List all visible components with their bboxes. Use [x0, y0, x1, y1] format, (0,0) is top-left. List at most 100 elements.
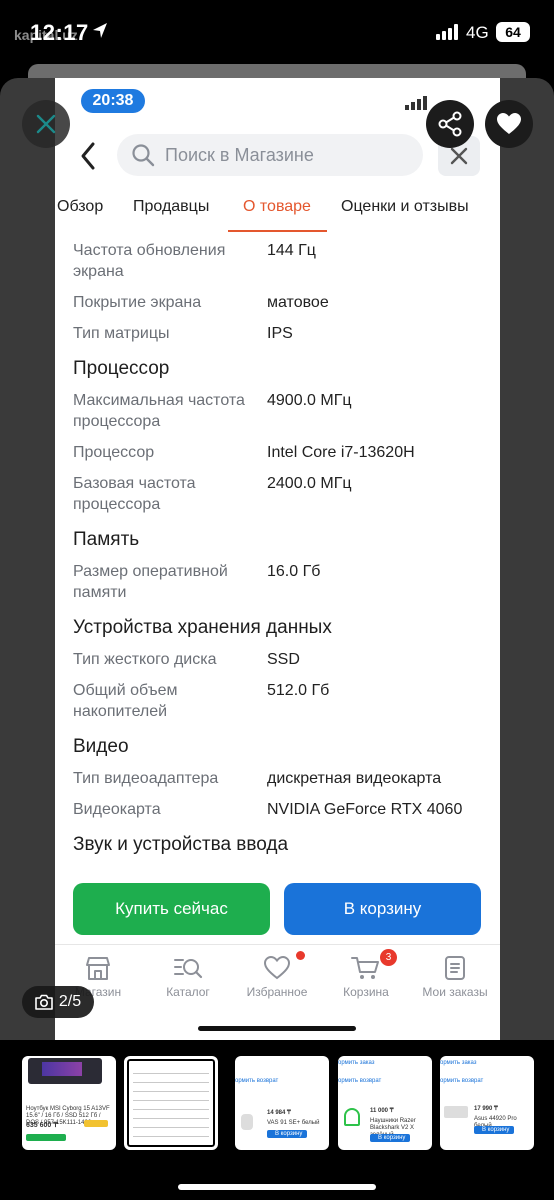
add-to-cart-button[interactable]: В корзину	[284, 883, 481, 935]
thumb5-action: ормить возврат	[440, 1078, 484, 1084]
cart-badge: 3	[380, 949, 397, 966]
spec-row: Базовая частота процессора 2400.0 МГц	[73, 473, 493, 515]
os-time: 12:17	[30, 20, 89, 45]
spec-row: Общий объем накопителей 512.0 Гб	[73, 680, 493, 722]
thumb4-top: ормить заказ	[338, 1060, 375, 1066]
share-button[interactable]	[426, 100, 474, 148]
thumb5-price: 17 990 ₸	[474, 1106, 498, 1112]
spec-row: Тип матрицы IPS	[73, 323, 493, 344]
thumb3-action: ормить возврат	[235, 1078, 279, 1084]
section-title-video: Видео	[73, 736, 129, 757]
inner-home-indicator	[198, 1026, 356, 1031]
spec-key: Размер оперативной памяти	[73, 563, 228, 601]
thumb1-badge-2	[84, 1120, 108, 1127]
spec-row: Частота обновления экрана 144 Гц	[73, 240, 493, 282]
network-type: 4G	[466, 23, 489, 42]
product-tabs: Обзор Продавцы О товаре Оценки и отзывы	[55, 194, 500, 234]
tab-sellers[interactable]: Продавцы	[133, 198, 209, 216]
thumbnail-3[interactable]: ормить возврат 14 984 ₸ VAS 91 SE+ белый…	[235, 1056, 329, 1150]
spec-key: Тип видеоадаптера	[73, 770, 219, 787]
spec-row: Процессор Intel Core i7-13620H	[73, 442, 493, 463]
thumb4-btn: В корзину	[378, 1135, 406, 1141]
active-tab-indicator	[228, 230, 327, 232]
location-arrow-icon	[93, 23, 107, 38]
spec-value: NVIDIA GeForce RTX 4060	[267, 801, 463, 818]
orders-icon	[445, 956, 465, 980]
specs-list: Частота обновления экрана 144 Гц Покрыти…	[73, 240, 493, 866]
action-bar: Купить сейчас В корзину	[55, 873, 500, 943]
nav-favorites[interactable]: Избранное	[232, 951, 322, 999]
search-input[interactable]: Поиск в Магазине	[117, 134, 423, 176]
spec-value: 4900.0 МГц	[267, 392, 352, 409]
spec-value: 16.0 Гб	[267, 563, 321, 580]
spec-key: Процессор	[73, 444, 155, 461]
laptop-screen-glow	[42, 1062, 82, 1076]
close-icon	[36, 114, 56, 134]
image-counter: 2/5	[22, 986, 94, 1018]
spec-value: IPS	[267, 325, 293, 342]
tab-overview[interactable]: Обзор	[57, 198, 103, 216]
spec-value: SSD	[267, 651, 300, 668]
spec-value: 2400.0 МГц	[267, 475, 352, 492]
spec-row: Покрытие экрана матовое	[73, 292, 493, 313]
thumb4-price: 11 000 ₸	[370, 1108, 394, 1114]
camera-icon	[35, 994, 53, 1010]
favorite-button[interactable]	[485, 100, 533, 148]
spec-row: Тип видеоадаптера дискретная видеокарта	[73, 768, 493, 789]
thumbnail-5[interactable]: ормить заказ ормить возврат 17 990 ₸ Asu…	[440, 1056, 534, 1150]
spec-key: Тип жесткого диска	[73, 651, 217, 668]
nav-catalog[interactable]: Каталог	[143, 955, 233, 999]
thumb2-spec-lines	[133, 1065, 209, 1143]
spec-value: 144 Гц	[267, 242, 316, 259]
close-icon	[450, 147, 468, 165]
thumb1-badge	[26, 1134, 66, 1141]
battery-indicator: 64	[496, 22, 530, 42]
thumb4-product-image	[344, 1108, 360, 1126]
section-title-cpu: Процессор	[73, 358, 170, 379]
catalog-search-icon	[174, 959, 203, 979]
spec-row: Размер оперативной памяти 16.0 Гб	[73, 561, 493, 603]
cellular-signal-icon	[436, 24, 458, 40]
nav-favorites-label: Избранное	[246, 985, 308, 999]
thumb1-price: 635 600 ₸	[26, 1122, 58, 1129]
thumb3-btn: В корзину	[275, 1131, 303, 1137]
thumb5-top: ормить заказ	[440, 1060, 477, 1066]
thumbnail-2-selected[interactable]	[124, 1056, 218, 1150]
spec-value: Intel Core i7-13620H	[267, 444, 415, 461]
search-placeholder: Поиск в Магазине	[165, 144, 314, 165]
thumb3-product-image	[241, 1114, 253, 1130]
home-indicator	[178, 1184, 376, 1190]
tab-about-product[interactable]: О товаре	[243, 198, 311, 216]
buy-now-button[interactable]: Купить сейчас	[73, 883, 270, 935]
store-icon	[86, 957, 110, 980]
nav-cart-label: Корзина	[343, 985, 389, 999]
section-title-storage: Устройства хранения данных	[73, 617, 332, 638]
spec-row: Максимальная частота процессора 4900.0 М…	[73, 390, 493, 432]
section-title-memory: Память	[73, 529, 140, 550]
nav-catalog-label: Каталог	[166, 985, 210, 999]
spec-key: Покрытие экрана	[73, 294, 202, 311]
thumb4-action: ормить возврат	[338, 1078, 382, 1084]
nav-orders[interactable]: Мои заказы	[410, 955, 500, 999]
spec-key: Видеокарта	[73, 801, 161, 818]
thumb3-desc: VAS 91 SE+ белый	[267, 1120, 320, 1126]
favorites-dot	[296, 951, 305, 960]
nav-cart[interactable]: Корзина 3	[321, 949, 411, 999]
spec-value: дискретная видеокарта	[267, 770, 442, 787]
nav-orders-label: Мои заказы	[422, 985, 488, 999]
spec-key: Общий объем накопителей	[73, 682, 178, 720]
thumb5-btn: В корзину	[482, 1127, 510, 1133]
heart-icon	[263, 955, 291, 980]
heart-filled-icon	[497, 113, 521, 134]
thumbnail-4[interactable]: ормить заказ ормить возврат 11 000 ₸ Нау…	[338, 1056, 432, 1150]
spec-value: 512.0 Гб	[267, 682, 330, 699]
spec-row: Тип жесткого диска SSD	[73, 649, 493, 670]
spec-row: Видеокарта NVIDIA GeForce RTX 4060	[73, 799, 493, 820]
cart-icon	[351, 957, 379, 979]
viewer-close-button[interactable]	[22, 100, 70, 148]
inner-time: 20:38	[81, 89, 145, 113]
thumbnail-1[interactable]: Ноутбук MSI Cyborg 15 A13VF 15.6" / 16 Г…	[22, 1056, 116, 1150]
back-arrow-icon[interactable]	[77, 140, 99, 172]
spec-key: Максимальная частота процессора	[73, 392, 245, 430]
tab-reviews[interactable]: Оценки и отзывы	[341, 198, 469, 216]
